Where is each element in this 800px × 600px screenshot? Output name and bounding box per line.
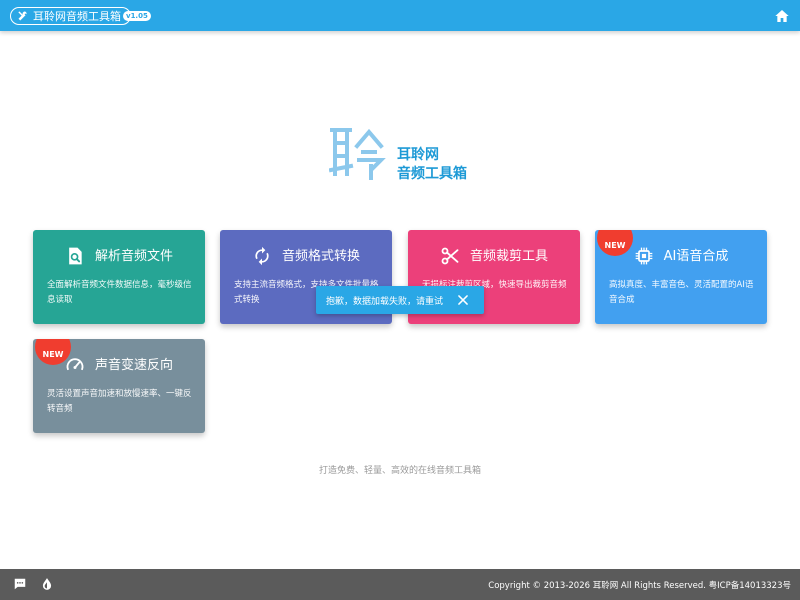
tools-icon <box>18 11 27 21</box>
close-icon[interactable] <box>456 293 470 307</box>
logo-line-2: 音频工具箱 <box>397 166 467 182</box>
file-search-icon <box>69 247 82 265</box>
toast-message: 抱歉，数据加载失败，请重试 <box>326 296 444 307</box>
card-header: AI语音合成 <box>595 244 767 268</box>
copyright-text: Copyright © 2013-2026 耳聆网 All Rights Res… <box>488 581 791 591</box>
card-header: 音频格式转换 <box>220 244 392 268</box>
app-title-button[interactable]: 耳聆网音频工具箱 <box>10 7 131 25</box>
logo-line-1: 耳聆网 <box>397 147 439 163</box>
card-description: 高拟真度、丰富音色、灵活配置的AI语音合成 <box>609 280 754 305</box>
home-icon[interactable] <box>774 8 790 24</box>
chip-icon <box>635 247 652 265</box>
card-description: 灵活设置声音加速和放慢速率、一键反转音频 <box>47 389 192 414</box>
card-parse-audio[interactable]: 解析音频文件 全面解析音频文件数据信息，毫秒级信息读取 <box>33 230 205 324</box>
card-title: 解析音频文件 <box>94 248 173 264</box>
top-bar: 耳聆网音频工具箱 v1.05 <box>0 0 800 31</box>
card-title: 声音变速反向 <box>94 357 173 373</box>
tagline: 打造免费、轻量、高效的在线音频工具箱 <box>318 466 481 476</box>
version-badge: v1.05 <box>123 11 151 21</box>
card-title: 音频裁剪工具 <box>469 248 548 264</box>
card-ai-tts[interactable]: NEW AI语音合成 高拟真度、丰富音色、灵活配置的AI语音合成 <box>595 230 767 324</box>
card-speed-reverse[interactable]: NEW 声音变速反向 灵活设置声音加速和放慢速率、一键反转音频 <box>33 339 205 433</box>
card-title: 音频格式转换 <box>281 248 360 264</box>
footer: Copyright © 2013-2026 耳聆网 All Rights Res… <box>0 569 800 600</box>
card-header: 声音变速反向 <box>33 353 205 377</box>
error-toast: 抱歉，数据加载失败，请重试 <box>316 286 484 314</box>
card-description: 全面解析音频文件数据信息，毫秒级信息读取 <box>47 280 192 305</box>
scissors-icon <box>441 247 459 265</box>
logo-text: 耳聆网 音频工具箱 <box>397 146 467 184</box>
card-title: AI语音合成 <box>663 248 729 264</box>
logo-mark <box>329 128 386 180</box>
chat-icon[interactable] <box>13 577 27 591</box>
app-title: 耳聆网音频工具箱 <box>33 9 121 23</box>
theme-drop-icon[interactable] <box>40 577 54 591</box>
card-header: 解析音频文件 <box>33 244 205 268</box>
convert-icon <box>255 246 269 266</box>
card-header: 音频裁剪工具 <box>408 244 580 268</box>
speedometer-icon <box>66 358 84 371</box>
